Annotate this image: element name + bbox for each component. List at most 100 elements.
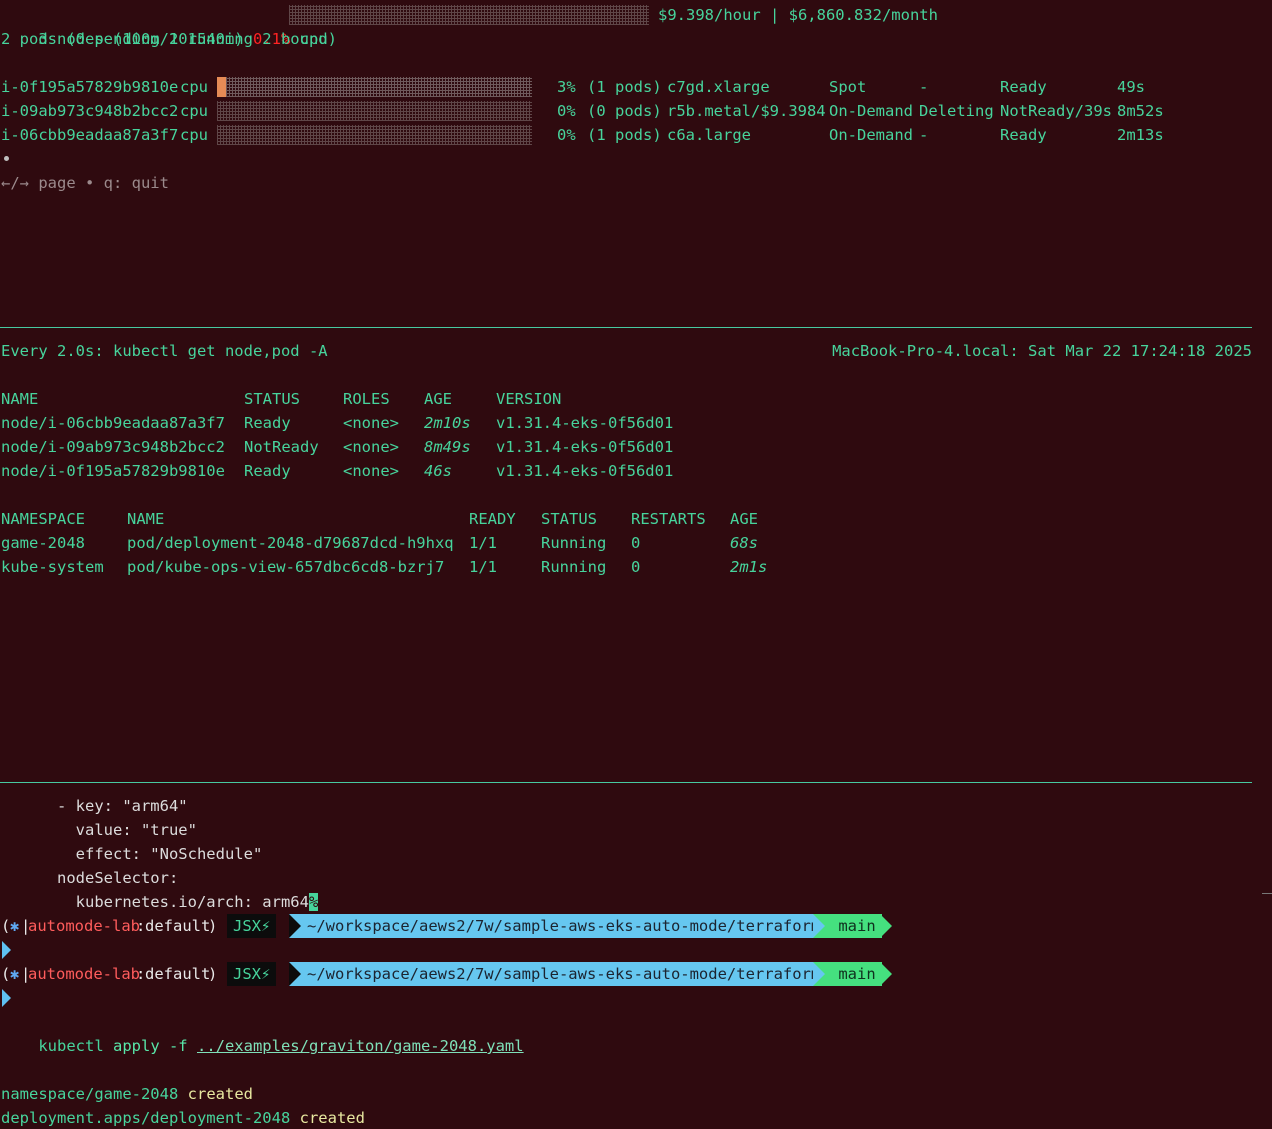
watch-command: Every 2.0s: kubectl get node,pod -A: [1, 342, 328, 360]
node-id: i-0f195a57829b9810e: [1, 78, 179, 96]
node-table-cell: NotReady: [244, 438, 319, 456]
node-instance-type: c6a.large: [667, 126, 751, 144]
output-verb: created: [187, 1085, 253, 1103]
jsx-segment: JSX⚡: [227, 914, 277, 938]
node-table-cell: <none>: [343, 438, 399, 456]
prompt-close: ): [208, 965, 218, 983]
pod-table-cell: Running: [541, 558, 607, 576]
yaml-line-last: kubernetes.io/arch: arm64%: [1, 890, 319, 914]
pod-table-cell: game-2048: [1, 534, 85, 552]
node-capacity-type: On-Demand: [829, 102, 913, 120]
git-branch-name: main: [838, 917, 876, 935]
node-capacity-type: Spot: [829, 78, 867, 96]
command-bin: kubectl: [38, 1037, 104, 1055]
segment-arrow-icon: [289, 962, 301, 986]
prompt-caret-icon: [2, 941, 11, 959]
segment-arrow-icon: [813, 962, 825, 986]
node-state: -: [919, 78, 929, 96]
segment-arrow-icon: [289, 914, 301, 938]
node-cpu-label: cpu: [180, 78, 208, 96]
scroll-indicator[interactable]: [1262, 893, 1272, 894]
node-pod-count: (1 pods): [587, 126, 662, 144]
pod-table-header: STATUS: [541, 510, 597, 528]
pod-table-cell: 0: [631, 558, 641, 576]
node-table-cell: <none>: [343, 414, 399, 432]
node-status: NotReady/39s: [1000, 102, 1112, 120]
node-instance-type: c7gd.xlarge: [667, 78, 770, 96]
segment-arrow-icon: [880, 962, 892, 986]
output-verb: created: [299, 1109, 365, 1127]
pod-table-header: AGE: [730, 510, 758, 528]
cluster-cpu-bar: [289, 5, 649, 25]
output-resource: deployment.apps/deployment-2048: [1, 1109, 291, 1127]
top-pane: 3 nodes (100m/101540m) 0.1% cpu $9.398/h…: [0, 0, 1252, 326]
command-args: apply -f: [103, 1037, 197, 1055]
node-cpu-percent: 3%: [557, 78, 576, 96]
kube-context: automode-lab: [28, 965, 140, 983]
segment-arrow-icon: [813, 914, 825, 938]
node-cpu-bar-fill: [217, 77, 226, 97]
yaml-line: nodeSelector:: [1, 869, 179, 887]
cost-text: $9.398/hour | $6,860.832/month: [658, 6, 938, 24]
pod-table-cell: pod/deployment-2048-d79687dcd-h9hxq: [127, 534, 454, 552]
prompt-caret-icon: [2, 989, 11, 1007]
yaml-line: value: "true": [1, 821, 197, 839]
prompt-colon: :: [136, 965, 146, 983]
summary-line: 3 nodes (100m/101540m) 0.1% cpu: [1, 3, 327, 48]
node-table-cell: Ready: [244, 414, 291, 432]
kube-context: automode-lab: [28, 917, 140, 935]
command-line[interactable]: kubectl apply -f ../examples/graviton/ga…: [1, 1010, 523, 1055]
prompt-colon: :: [136, 917, 146, 935]
node-status: Ready: [1000, 126, 1047, 144]
yaml-line: - key: "arm64": [1, 797, 188, 815]
node-table-cell: <none>: [343, 462, 399, 480]
node-state: Deleting: [919, 102, 994, 120]
node-table-header: VERSION: [496, 390, 562, 408]
prompt-open: (: [1, 965, 11, 983]
page-dot-indicator: [4, 156, 9, 161]
output-line: namespace/game-2048 created: [1, 1082, 253, 1106]
pods-line: 2 pods (0 pending 2 running 2 bound): [1, 30, 337, 48]
node-table-cell: 8m49s: [424, 438, 471, 456]
terminal-cursor: %: [308, 893, 319, 911]
pod-table-cell: 1/1: [469, 534, 497, 552]
node-status: Ready: [1000, 78, 1047, 96]
output-resource: namespace/game-2048: [1, 1085, 179, 1103]
node-capacity-type: On-Demand: [829, 126, 913, 144]
command-file-link[interactable]: ../examples/graviton/game-2048.yaml: [197, 1037, 524, 1055]
node-id: i-09ab973c948b2bcc2: [1, 102, 179, 120]
k8s-icon: ✱: [10, 917, 20, 935]
pod-table-cell: pod/kube-ops-view-657dbc6cd8-bzrj7: [127, 558, 445, 576]
node-table-cell: node/i-06cbb9eadaa87a3f7: [1, 414, 225, 432]
node-id: i-06cbb9eadaa87a3f7: [1, 126, 179, 144]
node-table-header: STATUS: [244, 390, 300, 408]
node-table-cell: node/i-09ab973c948b2bcc2: [1, 438, 225, 456]
pod-table-header: RESTARTS: [631, 510, 706, 528]
kube-namespace: default: [145, 917, 211, 935]
node-cpu-label: cpu: [180, 126, 208, 144]
k8s-icon: ✱: [10, 965, 20, 983]
node-state: -: [919, 126, 929, 144]
pod-table-header: NAMESPACE: [1, 510, 85, 528]
pod-table-header: NAME: [127, 510, 165, 528]
cwd-path: ~/workspace/aews2/7w/sample-aws-eks-auto…: [289, 914, 831, 938]
node-table-cell: node/i-0f195a57829b9810e: [1, 462, 225, 480]
node-age: 8m52s: [1117, 102, 1164, 120]
node-instance-type: r5b.metal/$9.3984: [667, 102, 826, 120]
jsx-segment: JSX⚡: [227, 962, 277, 986]
pod-table-cell: 1/1: [469, 558, 497, 576]
node-cpu-label: cpu: [180, 102, 208, 120]
node-cpu-bar: [217, 77, 532, 97]
pod-table-cell: 68s: [730, 534, 758, 552]
node-table-header: ROLES: [343, 390, 390, 408]
node-pod-count: (1 pods): [587, 78, 662, 96]
git-branch-name: main: [838, 965, 876, 983]
host-timestamp: MacBook-Pro-4.local: Sat Mar 22 17:24:18…: [832, 342, 1252, 360]
node-cpu-bar: [217, 125, 532, 145]
pod-table-cell: 2m1s: [730, 558, 768, 576]
node-table-cell: 46s: [424, 462, 452, 480]
yaml-line: effect: "NoSchedule": [1, 845, 263, 863]
pod-table-cell: kube-system: [1, 558, 104, 576]
cwd-path: ~/workspace/aews2/7w/sample-aws-eks-auto…: [289, 962, 831, 986]
bottom-pane[interactable]: - key: "arm64" value: "true" effect: "No…: [0, 783, 1252, 1129]
